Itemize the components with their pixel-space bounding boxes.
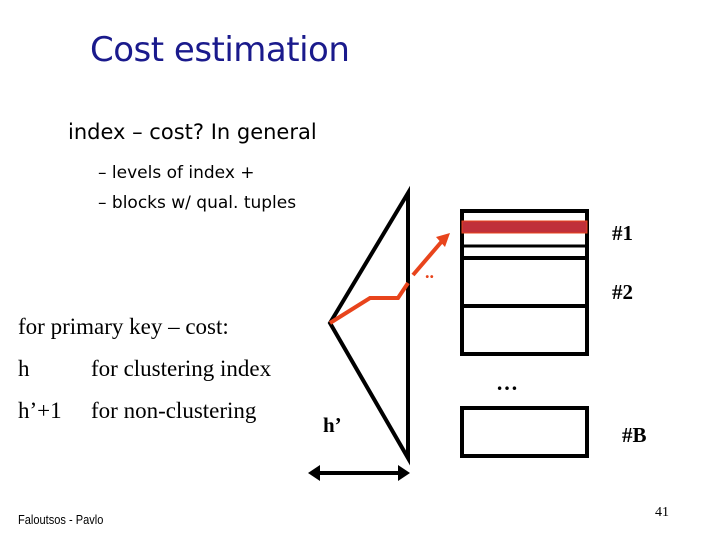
page-number: 41	[655, 505, 669, 520]
small-dots: ..	[425, 262, 434, 282]
block-B	[460, 406, 589, 458]
block-2	[460, 256, 589, 308]
block-3	[460, 304, 589, 356]
label-block-2: #2	[612, 280, 633, 304]
height-label: h’	[323, 413, 342, 437]
highlighted-tuple	[461, 220, 588, 234]
label-block-1: #1	[612, 221, 633, 245]
footer-author: Faloutsos - Pavlo	[18, 512, 104, 527]
left-arrowhead-icon	[308, 465, 320, 481]
index-diagram: .. #1 #2 #B … h’	[308, 185, 647, 481]
blocks-ellipsis: …	[496, 370, 518, 395]
label-block-B: #B	[622, 423, 647, 447]
block-1	[460, 209, 589, 260]
index-tree-triangle	[327, 185, 410, 466]
right-arrowhead-icon	[398, 465, 410, 481]
